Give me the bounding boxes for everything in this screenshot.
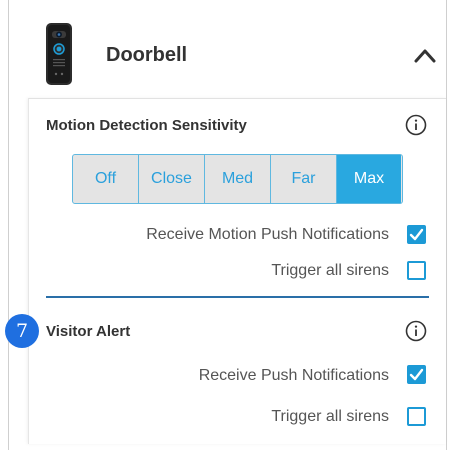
motion-sirens-checkbox[interactable]	[407, 261, 426, 280]
sensitivity-med-button[interactable]: Med	[205, 155, 271, 203]
video-doorbell-image	[46, 23, 72, 85]
sensitivity-far-button[interactable]: Far	[271, 155, 337, 203]
step-badge: 7	[5, 314, 39, 348]
checkmark-icon	[409, 228, 424, 241]
motion-section-title: Motion Detection Sensitivity	[46, 117, 247, 134]
motion-sirens-label: Trigger all sirens	[271, 262, 389, 279]
visitor-sirens-label: Trigger all sirens	[271, 408, 389, 425]
frame-right-border	[446, 0, 447, 450]
info-icon[interactable]	[405, 320, 427, 342]
info-icon[interactable]	[405, 114, 427, 136]
device-header[interactable]: Doorbell	[9, 0, 446, 112]
motion-push-checkbox[interactable]	[407, 225, 426, 244]
checkmark-icon	[409, 368, 424, 381]
section-divider	[46, 296, 429, 298]
visitor-sirens-checkbox[interactable]	[407, 407, 426, 426]
sensitivity-off-button[interactable]: Off	[73, 155, 139, 203]
sensitivity-segmented-control: Off Close Med Far Max	[72, 154, 403, 204]
sensitivity-max-button[interactable]: Max	[337, 155, 401, 203]
visitor-push-checkbox[interactable]	[407, 365, 426, 384]
sensitivity-close-button[interactable]: Close	[139, 155, 205, 203]
device-title: Doorbell	[106, 44, 188, 66]
motion-push-label: Receive Motion Push Notifications	[146, 226, 389, 243]
visitor-push-label: Receive Push Notifications	[198, 367, 389, 384]
visitor-section-title: Visitor Alert	[46, 323, 131, 340]
chevron-up-icon[interactable]	[413, 45, 437, 65]
